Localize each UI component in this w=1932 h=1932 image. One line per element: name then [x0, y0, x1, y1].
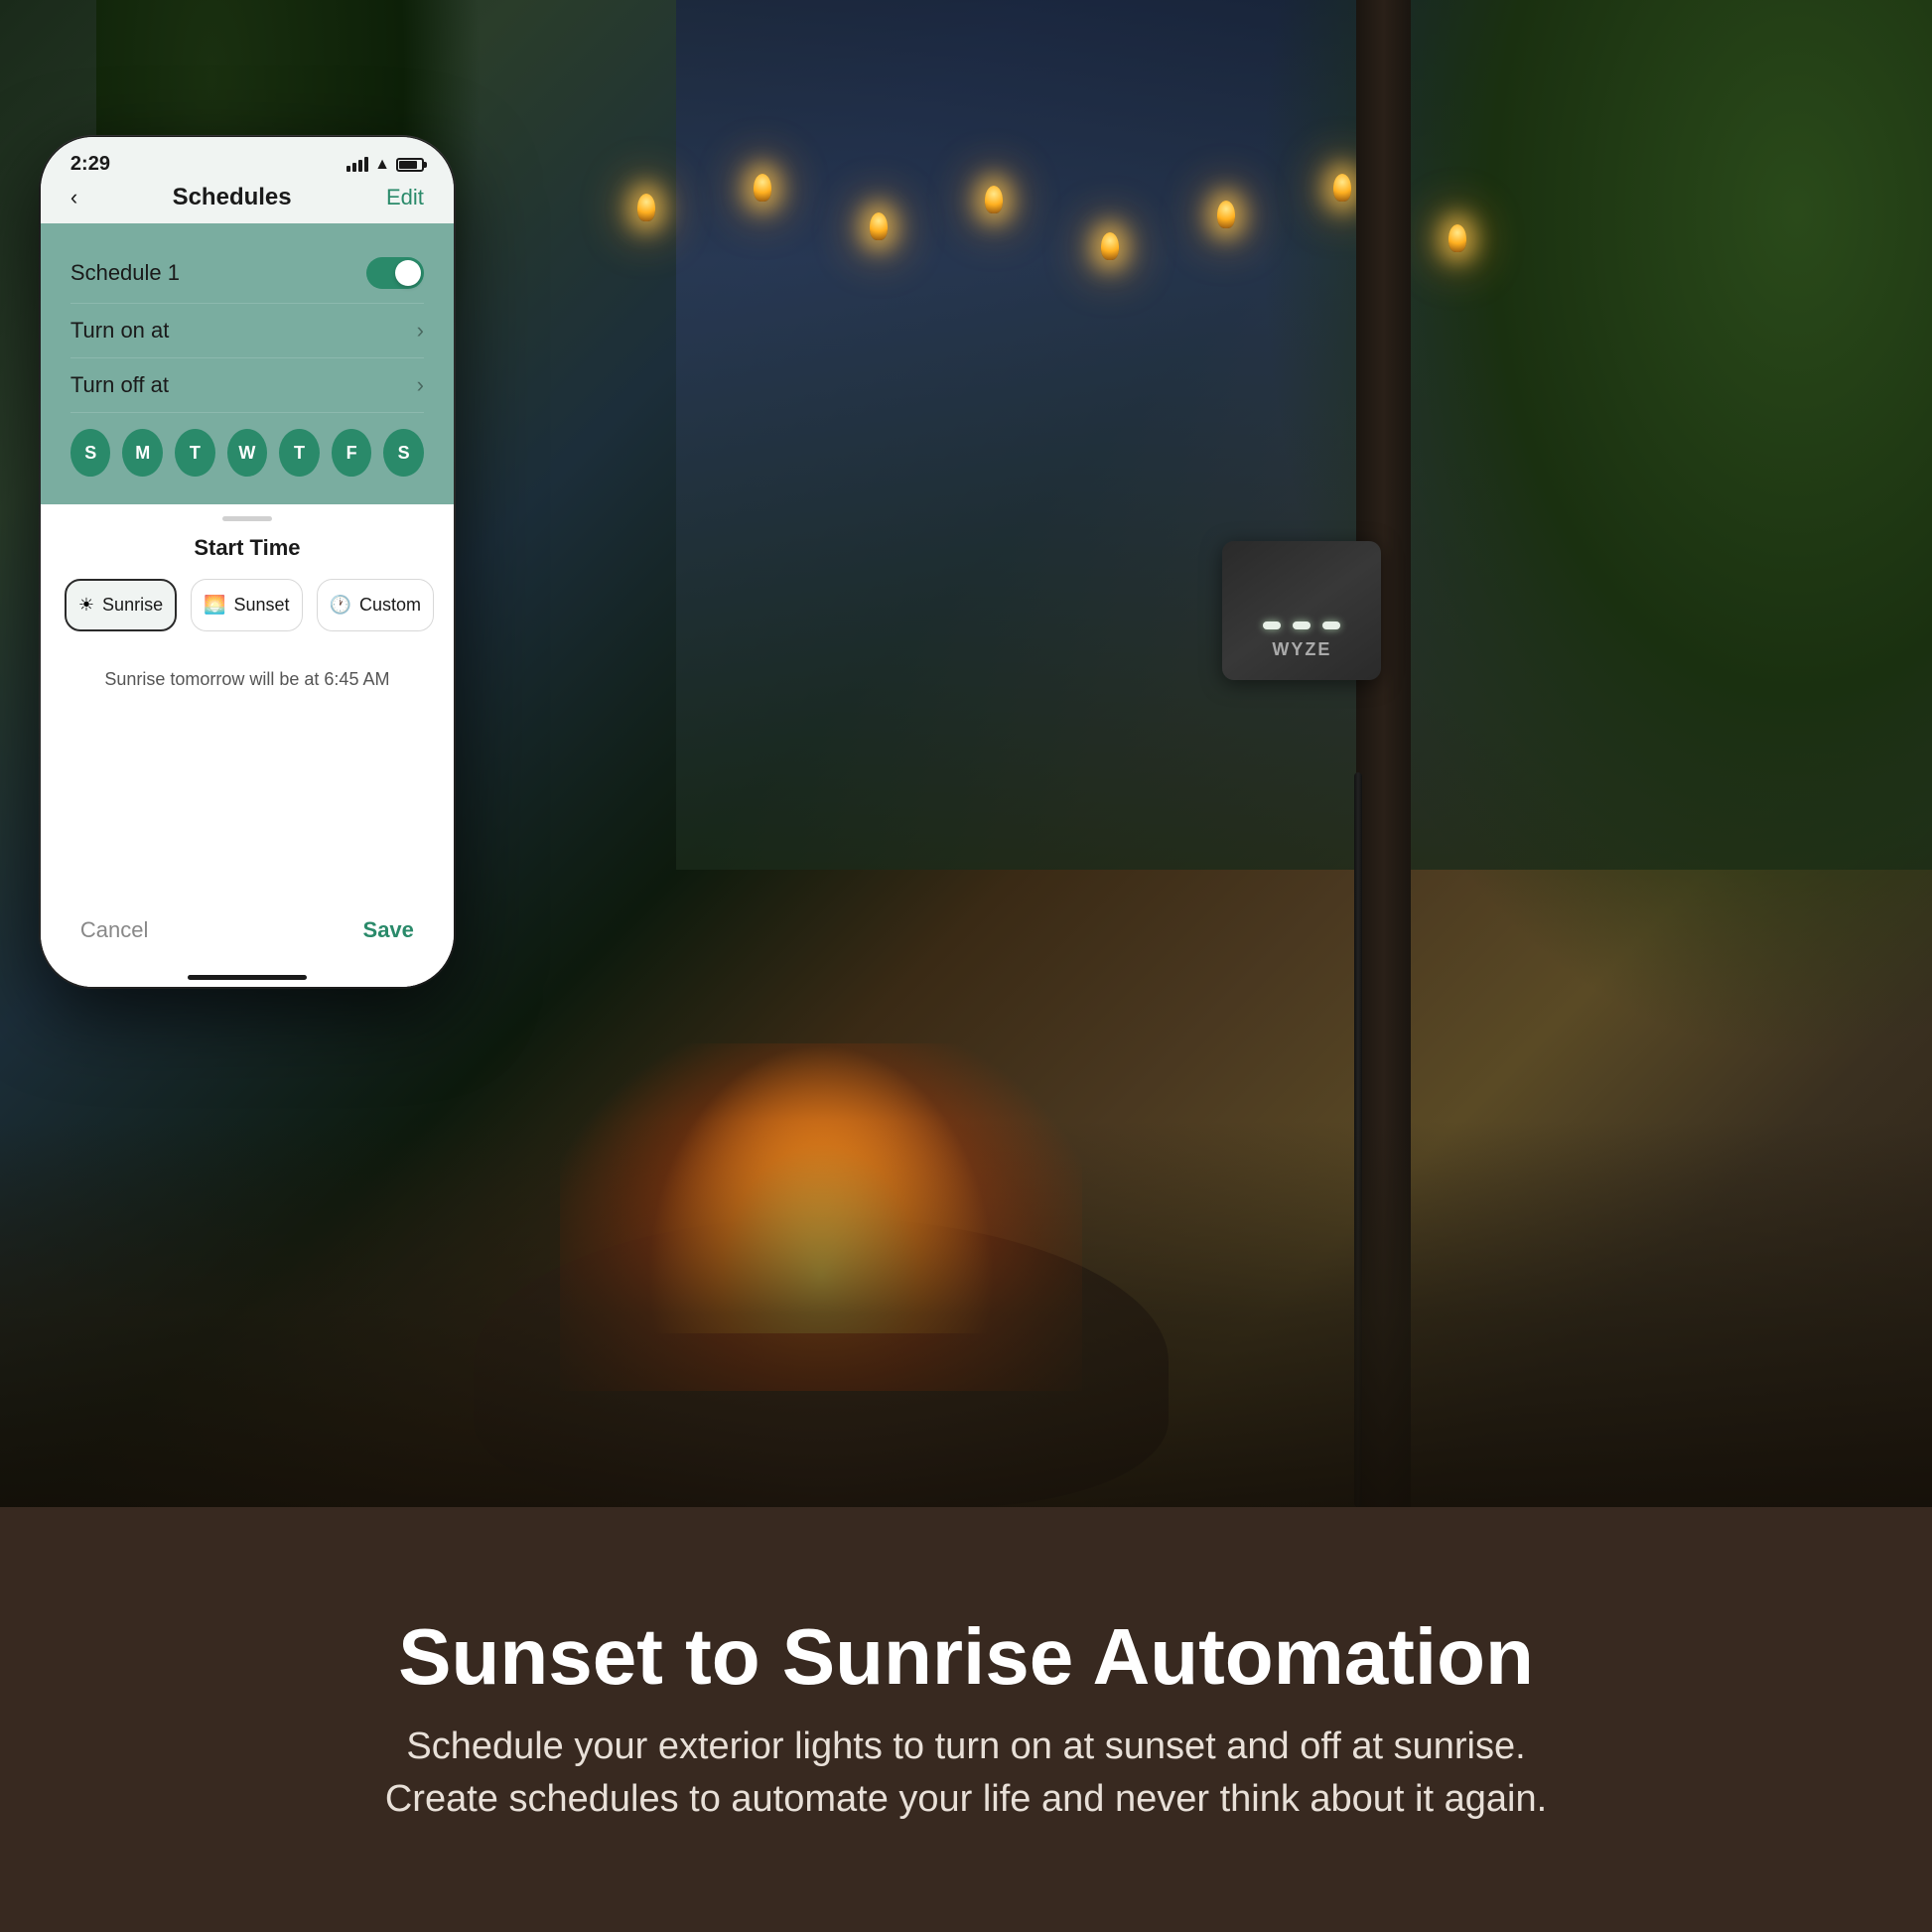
- cancel-button[interactable]: Cancel: [80, 917, 148, 943]
- schedule-1-label: Schedule 1: [70, 260, 180, 286]
- day-friday[interactable]: F: [332, 429, 372, 477]
- light-bulb: [870, 212, 888, 240]
- led-indicators: [1263, 621, 1340, 629]
- battery-fill: [399, 161, 417, 169]
- sunset-icon: 🌅: [204, 595, 225, 616]
- status-bar: 2:29 ▲: [41, 137, 454, 176]
- status-time: 2:29: [70, 153, 110, 176]
- start-time-sheet: Start Time ☀ Sunrise 🌅 Sunset 🕐 Custom: [41, 504, 454, 987]
- info-text: Sunrise tomorrow will be at 6:45 AM: [41, 651, 454, 708]
- wifi-icon: ▲: [374, 156, 390, 174]
- chevron-right-icon: ›: [417, 372, 424, 398]
- sunrise-option[interactable]: ☀ Sunrise: [65, 579, 177, 631]
- signal-icon: [346, 157, 368, 172]
- day-wednesday[interactable]: W: [227, 429, 268, 477]
- nav-bar: ‹ Schedules Edit: [41, 176, 454, 223]
- phone-frame: 2:29 ▲ ‹ Schedules: [39, 135, 456, 989]
- custom-option[interactable]: 🕐 Custom: [317, 579, 434, 631]
- sheet-handle-area: [41, 504, 454, 521]
- light-bulb: [1333, 174, 1351, 202]
- battery-icon: [396, 158, 424, 172]
- led-3: [1322, 621, 1340, 629]
- turn-off-row[interactable]: Turn off at ›: [70, 358, 424, 413]
- banner-subtitle-line1: Schedule your exterior lights to turn on…: [406, 1725, 1525, 1767]
- schedule-1-row: Schedule 1: [70, 243, 424, 304]
- banner-subtitle: Schedule your exterior lights to turn on…: [385, 1721, 1547, 1826]
- edit-button[interactable]: Edit: [386, 185, 424, 210]
- time-options: ☀ Sunrise 🌅 Sunset 🕐 Custom: [41, 579, 454, 631]
- sheet-title: Start Time: [41, 521, 454, 579]
- bottom-banner: Sunset to Sunrise Automation Schedule yo…: [0, 1507, 1932, 1932]
- back-button[interactable]: ‹: [70, 185, 77, 210]
- turn-on-label: Turn on at: [70, 318, 169, 344]
- light-bulb: [1449, 224, 1466, 252]
- wyze-brand-logo: WYZE: [1272, 639, 1331, 660]
- sunrise-label: Sunrise: [102, 595, 163, 616]
- schedule-section: Schedule 1 Turn on at › Turn off at ›: [41, 223, 454, 504]
- days-selector: S M T W T F S: [70, 413, 424, 484]
- day-tuesday[interactable]: T: [175, 429, 215, 477]
- led-2: [1293, 621, 1311, 629]
- home-indicator: [188, 975, 307, 980]
- day-saturday[interactable]: S: [383, 429, 424, 477]
- light-bulb: [1101, 232, 1119, 260]
- phone-screen: 2:29 ▲ ‹ Schedules: [41, 137, 454, 987]
- custom-label: Custom: [359, 595, 421, 616]
- clock-icon: 🕐: [330, 595, 351, 616]
- banner-title: Sunset to Sunrise Automation: [398, 1613, 1534, 1701]
- chevron-right-icon: ›: [417, 318, 424, 344]
- save-button[interactable]: Save: [363, 917, 414, 943]
- day-sunday[interactable]: S: [70, 429, 111, 477]
- status-icons: ▲: [346, 156, 424, 174]
- wyze-outdoor-plug: WYZE: [1222, 541, 1381, 680]
- light-bulb: [1217, 201, 1235, 228]
- sunrise-icon: ☀: [78, 595, 94, 616]
- sunset-label: Sunset: [234, 595, 290, 616]
- light-bulb: [985, 186, 1003, 213]
- sunset-option[interactable]: 🌅 Sunset: [191, 579, 302, 631]
- home-bar: [41, 967, 454, 987]
- led-1: [1263, 621, 1281, 629]
- day-thursday[interactable]: T: [279, 429, 320, 477]
- day-monday[interactable]: M: [122, 429, 163, 477]
- sheet-actions: Cancel Save: [41, 901, 454, 967]
- turn-on-row[interactable]: Turn on at ›: [70, 304, 424, 358]
- banner-subtitle-line2: Create schedules to automate your life a…: [385, 1778, 1547, 1820]
- nav-title: Schedules: [173, 184, 292, 211]
- turn-off-label: Turn off at: [70, 372, 169, 398]
- schedule-toggle[interactable]: [366, 257, 424, 289]
- toggle-thumb: [395, 260, 421, 286]
